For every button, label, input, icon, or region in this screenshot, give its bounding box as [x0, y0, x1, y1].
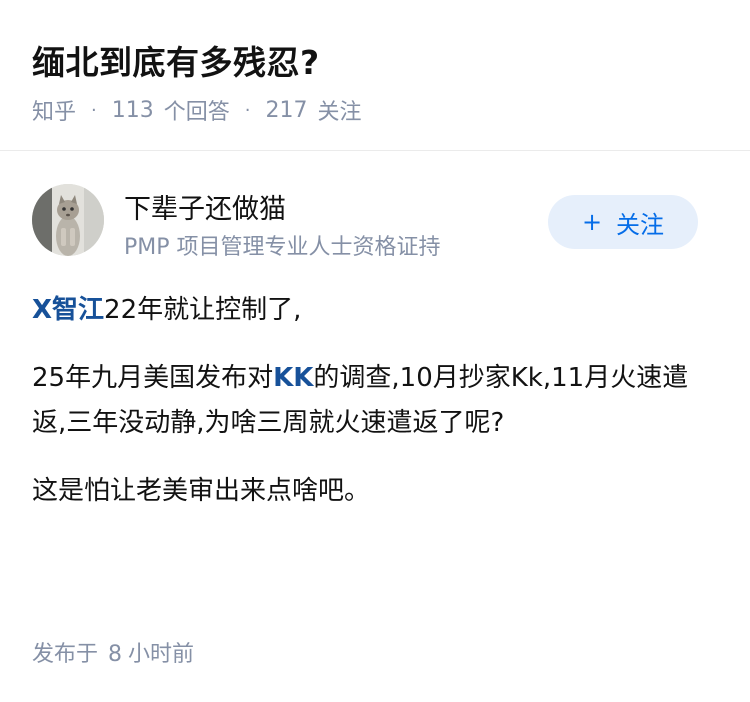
question-meta: 知乎 · 113 个回答 · 217 关注 — [32, 94, 362, 126]
follow-button-label: 关注 — [616, 210, 665, 239]
answer-paragraph: 这是怕让老美审出来点啥吧。 — [32, 469, 722, 514]
author-name[interactable]: 下辈子还做猫 — [124, 187, 286, 226]
answer-text: 这是怕让老美审出来点啥吧。 — [32, 476, 371, 506]
cat-avatar-image — [32, 184, 104, 256]
question-title[interactable]: 缅北到底有多残忍? — [32, 36, 320, 84]
answer-link-kk[interactable]: KK — [273, 363, 313, 393]
author-bio-container: PMP 项目管理专业人士资格证持 — [124, 229, 524, 263]
answer-paragraph: 25年九月美国发布对KK的调查,10月抄家Kk,11月火速遣返,三年没动静,为啥… — [32, 356, 722, 446]
answers-label[interactable]: 个回答 — [164, 94, 230, 126]
section-divider — [0, 150, 750, 151]
meta-separator: · — [91, 99, 97, 121]
time-value: 8 — [108, 642, 123, 667]
answer-paragraph: X智江22年就让控制了, — [32, 288, 722, 333]
plus-icon: + — [581, 208, 603, 236]
time-unit: 小时前 — [128, 642, 195, 667]
source-label[interactable]: 知乎 — [32, 94, 76, 126]
bio-fade-overlay — [478, 225, 528, 265]
follow-button[interactable]: + 关注 — [548, 195, 698, 249]
published-label: 发布于 — [32, 642, 99, 667]
answer-content: X智江22年就让控制了, 25年九月美国发布对KK的调查,10月抄家Kk,11月… — [32, 288, 722, 514]
answer-text: 25年九月美国发布对 — [32, 363, 274, 393]
avatar[interactable] — [32, 184, 104, 256]
answer-link-x-zhijiang[interactable]: X智江 — [32, 295, 104, 325]
meta-separator: · — [244, 99, 251, 121]
author-bio: PMP 项目管理专业人士资格证持 — [124, 235, 441, 260]
answer-text: 22年就让控制了, — [104, 295, 302, 325]
followers-label: 关注 — [317, 100, 362, 125]
publish-time: 发布于 8 小时前 — [32, 636, 194, 668]
followers-count: 217 — [265, 97, 308, 123]
answers-count: 113 — [111, 97, 154, 123]
